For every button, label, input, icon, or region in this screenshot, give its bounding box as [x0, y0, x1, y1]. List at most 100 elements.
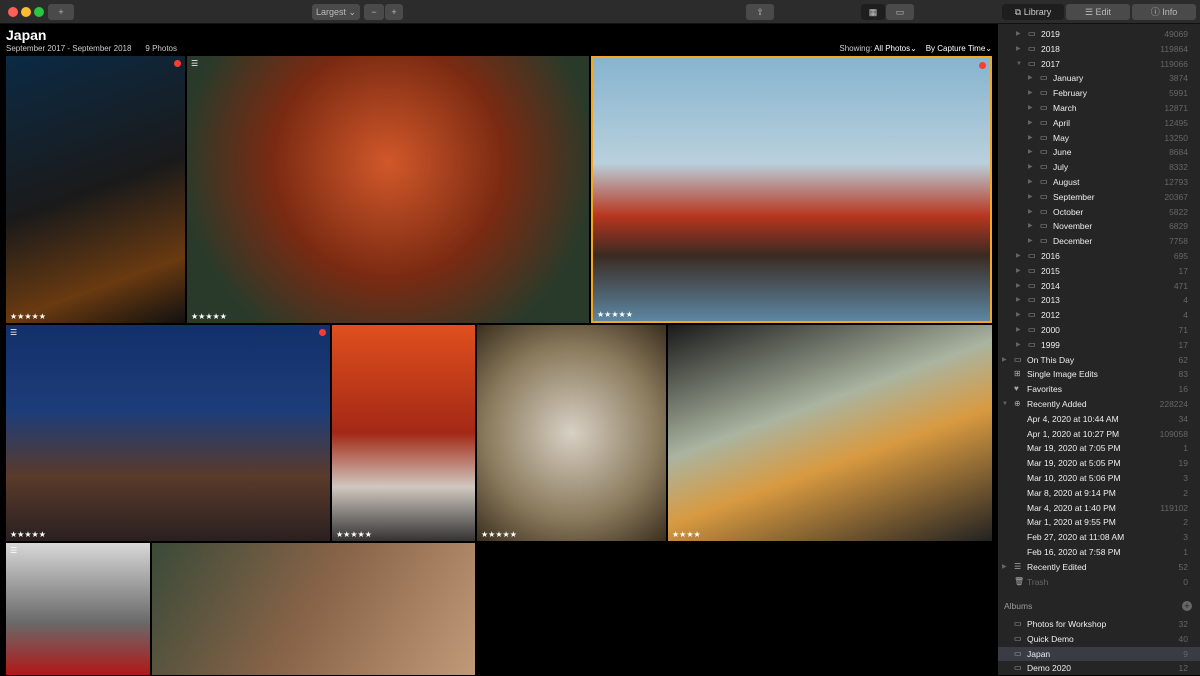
sidebar-item-album[interactable]: ▭ Demo 2020 12 [998, 661, 1200, 676]
sidebar-item-year[interactable]: ▶ ▭ 2012 4 [998, 308, 1200, 323]
disclosure-icon[interactable]: ▼ [1016, 57, 1022, 72]
sidebar-item-import[interactable]: Mar 19, 2020 at 5:05 PM 19 [998, 456, 1200, 471]
add-album-button[interactable]: + [1182, 601, 1192, 611]
add-button[interactable]: + [48, 4, 74, 20]
disclosure-icon[interactable]: ▶ [1016, 264, 1021, 279]
sidebar-item-year[interactable]: ▶ ▭ 2013 4 [998, 293, 1200, 308]
disclosure-icon[interactable]: ▶ [1002, 353, 1007, 368]
sidebar-item[interactable]: ⊞ Single Image Edits 83 [998, 367, 1200, 382]
disclosure-icon[interactable]: ▶ [1028, 190, 1033, 205]
disclosure-icon[interactable]: ▶ [1028, 234, 1033, 249]
sidebar-item-month[interactable]: ▶ ▭ August 12793 [998, 175, 1200, 190]
sidebar-item-year[interactable]: ▶ ▭ 2015 17 [998, 264, 1200, 279]
sidebar-item-album[interactable]: ▭ Quick Demo 40 [998, 632, 1200, 647]
sidebar-item-month[interactable]: ▶ ▭ June 8684 [998, 145, 1200, 160]
close-button[interactable] [8, 7, 18, 17]
single-view-button[interactable]: ▭ [886, 4, 914, 20]
sidebar-item[interactable]: ▼ ⊕ Recently Added 228224 [998, 397, 1200, 412]
sidebar-item-month[interactable]: ▶ ▭ December 7758 [998, 234, 1200, 249]
zoom-button[interactable] [34, 7, 44, 17]
photo-thumbnail[interactable]: ☰ [6, 543, 150, 675]
sidebar-item-import[interactable]: Mar 1, 2020 at 9:55 PM 2 [998, 515, 1200, 530]
tab-edit[interactable]: ☰ Edit [1066, 4, 1130, 20]
sidebar-item-album[interactable]: ▭ Japan 9 [998, 646, 1200, 662]
star-rating[interactable]: ★★★★★ [481, 530, 517, 539]
star-rating[interactable]: ★★★★★ [10, 530, 46, 539]
zoom-out-button[interactable]: − [364, 4, 384, 20]
sidebar-item-year[interactable]: ▶ ▭ 2000 71 [998, 323, 1200, 338]
sidebar-item-month[interactable]: ▶ ▭ September 20367 [998, 190, 1200, 205]
star-rating[interactable]: ★★★★ [672, 530, 701, 539]
zoom-in-button[interactable]: + [385, 4, 403, 20]
disclosure-icon[interactable]: ▶ [1028, 86, 1033, 101]
disclosure-icon[interactable]: ▶ [1028, 205, 1033, 220]
sidebar-item-year[interactable]: ▶ ▭ 2016 695 [998, 249, 1200, 264]
sidebar-item[interactable]: ▶ ▭ On This Day 62 [998, 353, 1200, 368]
disclosure-icon[interactable]: ▶ [1016, 249, 1021, 264]
photo-thumbnail[interactable]: ★★★★★ [591, 56, 992, 323]
sidebar-item-year[interactable]: ▶ ▭ 1999 17 [998, 338, 1200, 353]
sidebar-item-year[interactable]: ▶ ▭ 2019 49069 [998, 27, 1200, 42]
disclosure-icon[interactable]: ▶ [1016, 279, 1021, 294]
sidebar-item-month[interactable]: ▶ ▭ October 5822 [998, 205, 1200, 220]
sidebar-item-month[interactable]: ▶ ▭ March 12871 [998, 101, 1200, 116]
sidebar-item-import[interactable]: Apr 4, 2020 at 10:44 AM 34 [998, 412, 1200, 427]
disclosure-icon[interactable]: ▶ [1016, 27, 1021, 42]
sidebar-item-import[interactable]: Mar 8, 2020 at 9:14 PM 2 [998, 486, 1200, 501]
thumbnail-size-select[interactable]: Largest ⌄ [312, 4, 360, 20]
sidebar-item-year[interactable]: ▼ ▭ 2017 119066 [998, 57, 1200, 72]
photo-thumbnail[interactable]: ★★★★ [668, 325, 992, 541]
sidebar-item[interactable]: ♥ Favorites 16 [998, 382, 1200, 397]
disclosure-icon[interactable]: ▶ [1028, 71, 1033, 86]
sidebar-item-import[interactable]: Mar 19, 2020 at 7:05 PM 1 [998, 441, 1200, 456]
showing-filter[interactable]: All Photos⌄ [874, 44, 917, 53]
sidebar-item[interactable]: 🗑 Trash 0 [998, 575, 1200, 590]
disclosure-icon[interactable]: ▶ [1028, 116, 1033, 131]
tab-info[interactable]: ⓘ Info [1132, 4, 1196, 20]
sidebar-item-import[interactable]: Feb 27, 2020 at 11:08 AM 3 [998, 530, 1200, 545]
sidebar-item-import[interactable]: Mar 4, 2020 at 1:40 PM 119102 [998, 501, 1200, 516]
photo-thumbnail[interactable]: ★★★★★ [477, 325, 666, 541]
star-rating[interactable]: ★★★★★ [10, 312, 46, 321]
photo-thumbnail[interactable]: ★★★★★ ☰ [6, 325, 330, 541]
disclosure-icon[interactable]: ▶ [1016, 323, 1021, 338]
sidebar-item-import[interactable]: Feb 16, 2020 at 7:58 PM 1 [998, 545, 1200, 560]
sidebar-item-month[interactable]: ▶ ▭ April 12495 [998, 116, 1200, 131]
disclosure-icon[interactable]: ▶ [1016, 308, 1021, 323]
grid-view-button[interactable]: ▦ [861, 4, 885, 20]
sidebar-item-import[interactable]: Apr 1, 2020 at 10:27 PM 109058 [998, 427, 1200, 442]
sort-select[interactable]: By Capture Time⌄ [926, 44, 992, 53]
disclosure-icon[interactable]: ▶ [1028, 219, 1033, 234]
disclosure-icon[interactable]: ▶ [1002, 560, 1007, 575]
photo-thumbnail[interactable]: ★★★★★ [332, 325, 475, 541]
sidebar-item-album[interactable]: ▭ Photos for Workshop 32 [998, 617, 1200, 632]
page-title: Japan [6, 27, 47, 43]
sidebar-item-month[interactable]: ▶ ▭ February 5991 [998, 86, 1200, 101]
disclosure-icon[interactable]: ▼ [1002, 397, 1008, 412]
disclosure-icon[interactable]: ▶ [1028, 160, 1033, 175]
minimize-button[interactable] [21, 7, 31, 17]
disclosure-icon[interactable]: ▶ [1028, 101, 1033, 116]
sidebar-item-month[interactable]: ▶ ▭ November 6829 [998, 219, 1200, 234]
disclosure-icon[interactable]: ▶ [1028, 145, 1033, 160]
disclosure-icon[interactable]: ▶ [1028, 131, 1033, 146]
star-rating[interactable]: ★★★★★ [597, 310, 633, 319]
sidebar-item-year[interactable]: ▶ ▭ 2018 119864 [998, 42, 1200, 57]
star-rating[interactable]: ★★★★★ [336, 530, 372, 539]
sidebar-item-import[interactable]: Mar 10, 2020 at 5:06 PM 3 [998, 471, 1200, 486]
sidebar-item-month[interactable]: ▶ ▭ May 13250 [998, 131, 1200, 146]
disclosure-icon[interactable]: ▶ [1016, 42, 1021, 57]
sidebar-item-year[interactable]: ▶ ▭ 2014 471 [998, 279, 1200, 294]
disclosure-icon[interactable]: ▶ [1016, 293, 1021, 308]
sidebar-item-month[interactable]: ▶ ▭ January 3874 [998, 71, 1200, 86]
sidebar-item-month[interactable]: ▶ ▭ July 8332 [998, 160, 1200, 175]
photo-thumbnail[interactable] [152, 543, 475, 675]
star-rating[interactable]: ★★★★★ [191, 312, 227, 321]
disclosure-icon[interactable]: ▶ [1028, 175, 1033, 190]
photo-thumbnail[interactable]: ★★★★★ [6, 56, 185, 323]
tab-library[interactable]: ⧉ Library [1002, 4, 1064, 20]
photo-thumbnail[interactable]: ★★★★★ ☰ [187, 56, 589, 323]
sidebar-item[interactable]: ▶ ☰ Recently Edited 52 [998, 560, 1200, 575]
share-button[interactable]: ⇧ [746, 4, 774, 20]
disclosure-icon[interactable]: ▶ [1016, 338, 1021, 353]
